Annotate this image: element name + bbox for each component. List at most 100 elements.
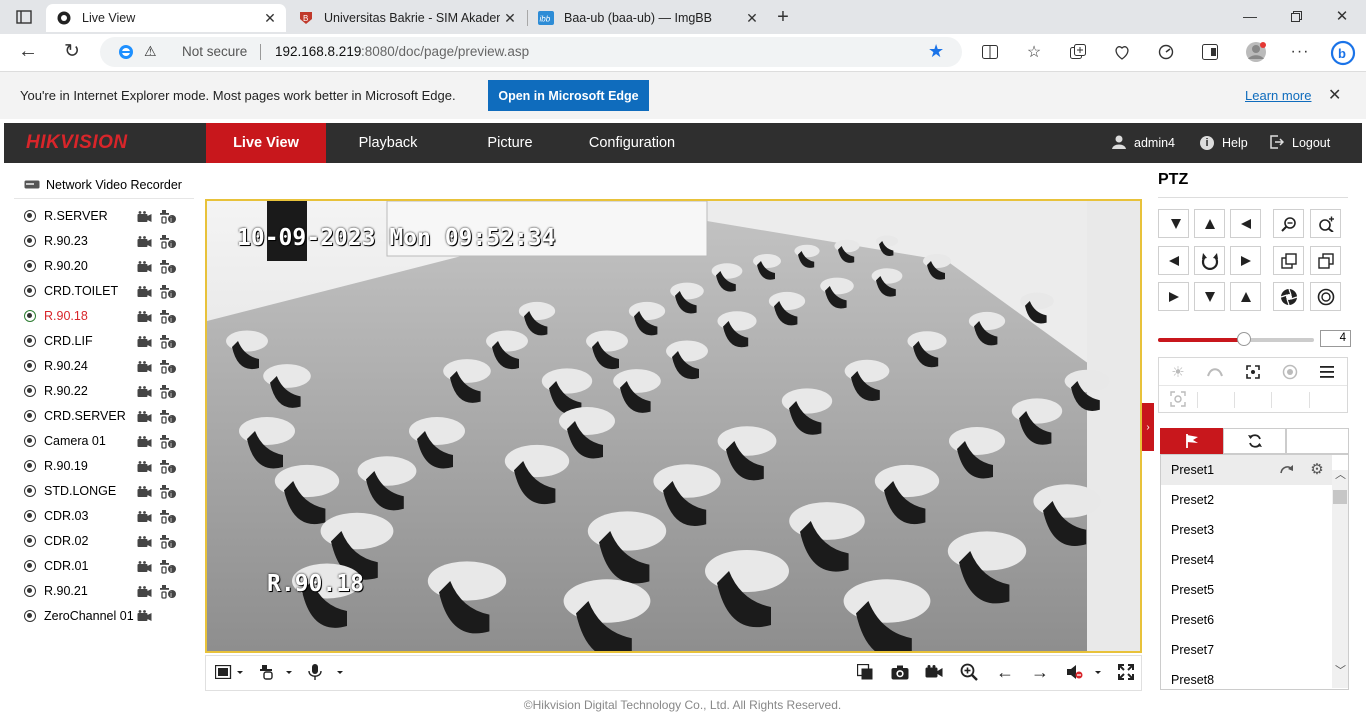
logout-link[interactable]: Logout (1270, 123, 1330, 163)
help-link[interactable]: i Help (1200, 123, 1248, 163)
ptz-auto-scan-icon[interactable] (1194, 246, 1225, 275)
preset-item[interactable]: Preset3 (1161, 515, 1331, 545)
wiper-icon[interactable] (1204, 362, 1226, 382)
auto-focus-icon[interactable] (1242, 362, 1264, 382)
start-preview-icon[interactable] (137, 610, 152, 625)
previous-page-icon[interactable]: ← (993, 661, 1017, 683)
tab-presets[interactable] (1160, 428, 1223, 454)
snapshot-camera-icon[interactable] (888, 661, 912, 683)
camera-list-item[interactable]: CDR.03 (24, 505, 88, 527)
camera-list-item[interactable]: ZeroChannel 01 (24, 605, 134, 627)
start-preview-icon[interactable] (137, 211, 152, 226)
address-bar[interactable]: ⚠ Not secure 192.168.8.219 :8080/doc/pag… (100, 37, 962, 67)
camera-list-item[interactable]: R.SERVER (24, 205, 108, 227)
favorite-star-icon[interactable]: ★ (928, 41, 944, 62)
camera-list-item[interactable]: STD.LONGE (24, 480, 116, 502)
camera-list-item[interactable]: Camera 01 (24, 430, 106, 452)
microphone-icon[interactable] (306, 661, 346, 683)
close-infobar-icon[interactable]: ✕ (1328, 85, 1341, 105)
preset-item[interactable]: Preset2 (1161, 485, 1331, 515)
ptz-down-left-icon[interactable] (1158, 209, 1189, 238)
collections-icon[interactable] (1068, 42, 1088, 62)
new-tab-icon[interactable]: + (772, 6, 794, 28)
start-preview-icon[interactable] (137, 236, 152, 251)
nav-live-view[interactable]: Live View (206, 123, 326, 163)
stream-settings-icon[interactable]: i (160, 285, 176, 302)
live-video-view[interactable]: 10-09-2023 Mon 09:52:34 R.90.18 (205, 199, 1142, 653)
close-window-icon[interactable]: ✕ (1332, 6, 1352, 26)
favorites-icon[interactable]: ☆ (1024, 42, 1044, 62)
ptz-speed-value[interactable]: 4 (1320, 330, 1351, 347)
tab-pattern[interactable] (1286, 428, 1349, 454)
tab-imgbb[interactable]: ibb Baa-ub (baa-ub) — ImgBB ✕ (528, 4, 768, 32)
start-preview-icon[interactable] (137, 511, 152, 526)
stream-settings-icon[interactable]: i (160, 385, 176, 402)
zoom-in-icon[interactable] (1310, 209, 1341, 238)
camera-list-item[interactable]: R.90.20 (24, 255, 88, 277)
preset-item[interactable]: Preset6 (1161, 605, 1331, 635)
start-preview-icon[interactable] (137, 536, 152, 551)
camera-list-item[interactable]: CRD.LIF (24, 330, 93, 352)
start-preview-icon[interactable] (137, 411, 152, 426)
user-menu[interactable]: admin4 (1112, 123, 1175, 163)
lens-init-icon[interactable] (1279, 362, 1301, 382)
tab-patrol[interactable] (1223, 428, 1286, 454)
camera-list-item[interactable]: R.90.22 (24, 380, 88, 402)
start-preview-icon[interactable] (137, 286, 152, 301)
camera-list-item[interactable]: R.90.19 (24, 455, 88, 477)
start-preview-icon[interactable] (137, 386, 152, 401)
stream-settings-icon[interactable]: i (160, 260, 176, 277)
stream-settings-icon[interactable]: i (160, 585, 176, 602)
preset-item[interactable]: Preset5 (1161, 575, 1331, 605)
preset-item[interactable]: Preset8 (1161, 665, 1331, 695)
warning-icon[interactable]: ⚠ (144, 43, 157, 60)
stream-settings-icon[interactable]: i (160, 235, 176, 252)
next-page-icon[interactable]: → (1028, 661, 1052, 683)
nav-picture[interactable]: Picture (450, 123, 570, 163)
restore-icon[interactable] (1286, 6, 1306, 26)
ptz-speed-handle[interactable] (1236, 332, 1251, 346)
refresh-icon[interactable]: ↻ (60, 40, 84, 62)
nav-configuration[interactable]: Configuration (572, 123, 692, 163)
copilot-icon[interactable]: b (1328, 38, 1358, 68)
ptz-down-icon[interactable] (1194, 282, 1225, 311)
start-preview-icon[interactable] (137, 261, 152, 276)
stream-settings-icon[interactable]: i (160, 460, 176, 477)
camera-list-item[interactable]: CDR.02 (24, 530, 88, 552)
sidebar-icon[interactable] (1200, 42, 1220, 62)
close-tab-icon[interactable]: ✕ (742, 10, 762, 27)
3d-positioning-icon[interactable] (1167, 389, 1189, 409)
close-tab-icon[interactable]: ✕ (260, 10, 280, 27)
camera-list-item[interactable]: CRD.TOILET (24, 280, 118, 302)
light-icon[interactable]: ☀ (1167, 362, 1189, 382)
ptz-speed-track[interactable] (1158, 332, 1314, 346)
camera-list-item[interactable]: R.90.18 (24, 305, 88, 327)
tab-live-view[interactable]: Live View ✕ (46, 4, 286, 32)
security-status[interactable]: Not secure (182, 44, 247, 59)
learn-more-link[interactable]: Learn more (1245, 88, 1311, 103)
performance-icon[interactable] (1156, 42, 1176, 62)
back-icon[interactable]: ← (16, 40, 40, 62)
start-preview-icon[interactable] (137, 461, 152, 476)
capture-all-icon[interactable] (853, 661, 877, 683)
ptz-up-icon[interactable] (1194, 209, 1225, 238)
ptz-up-right-icon[interactable] (1158, 282, 1189, 311)
collapse-ptz-handle[interactable]: › (1142, 403, 1154, 451)
camera-list-item[interactable]: CRD.SERVER (24, 405, 126, 427)
preset-scrollbar[interactable]: ︿ ﹀ (1332, 469, 1348, 688)
call-preset-icon[interactable] (1278, 459, 1296, 479)
preset-item[interactable]: Preset7 (1161, 635, 1331, 665)
preset-item[interactable]: Preset4 (1161, 545, 1331, 575)
zoom-out-icon[interactable] (1273, 209, 1304, 238)
start-preview-icon[interactable] (137, 361, 152, 376)
window-layout-icon[interactable] (210, 661, 248, 683)
start-preview-icon[interactable] (137, 436, 152, 451)
camera-list-item[interactable]: CDR.01 (24, 555, 88, 577)
start-preview-icon[interactable] (137, 336, 152, 351)
url-host[interactable]: 192.168.8.219 (275, 44, 361, 59)
stream-settings-icon[interactable]: i (160, 435, 176, 452)
stream-settings-icon[interactable]: i (160, 410, 176, 427)
iris-close-icon[interactable] (1310, 282, 1341, 311)
start-preview-icon[interactable] (137, 311, 152, 326)
preset-item[interactable]: Preset1 (1161, 455, 1331, 485)
